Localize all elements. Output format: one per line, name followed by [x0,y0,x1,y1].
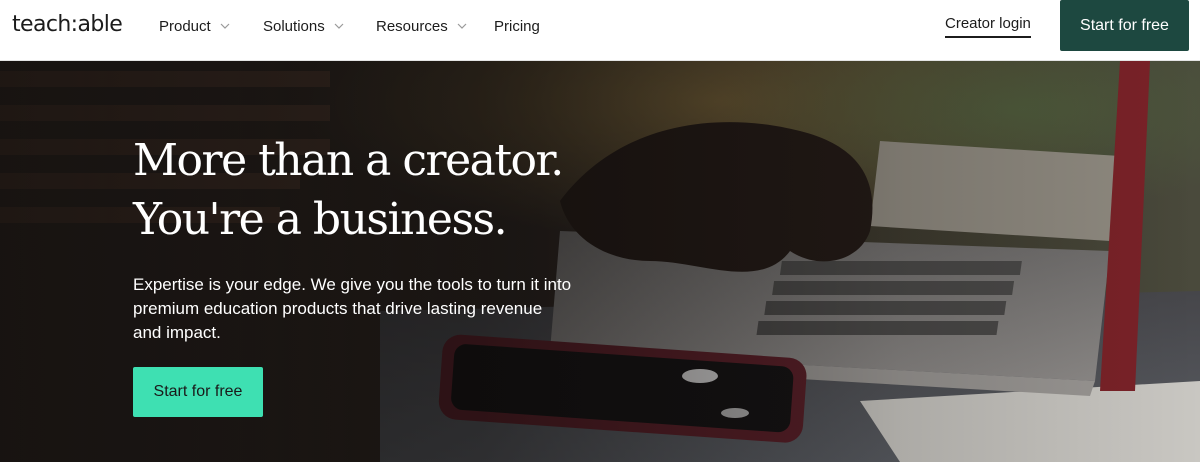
creator-login-link[interactable]: Creator login [945,15,1031,38]
chevron-down-icon [457,23,467,29]
nav-item-label: Solutions [263,17,325,35]
start-for-free-button-header[interactable]: Start for free [1060,0,1189,51]
hero-headline-line-1: More than a creator. [133,135,564,186]
hero-headline-line-2: You're a business. [133,194,508,245]
start-for-free-button-hero[interactable]: Start for free [133,367,263,417]
chevron-down-icon [220,23,230,29]
nav-item-label: Product [159,17,211,35]
top-navigation-bar: teach:able Product Solutions Resources P… [0,0,1200,61]
nav-item-label: Resources [376,17,448,35]
hero-subtext: Expertise is your edge. We give you the … [133,275,572,342]
nav-item-resources[interactable]: Resources [376,16,467,36]
nav-item-pricing[interactable]: Pricing [494,16,540,36]
nav-item-product[interactable]: Product [159,16,230,36]
nav-item-label: Pricing [494,17,540,35]
hero-section: More than a creator. You're a business. … [0,61,1200,462]
chevron-down-icon [334,23,344,29]
nav-item-solutions[interactable]: Solutions [263,16,344,36]
hero-headline: More than a creator. You're a business. [133,131,564,249]
teachable-logo[interactable]: teach:able [12,12,123,38]
